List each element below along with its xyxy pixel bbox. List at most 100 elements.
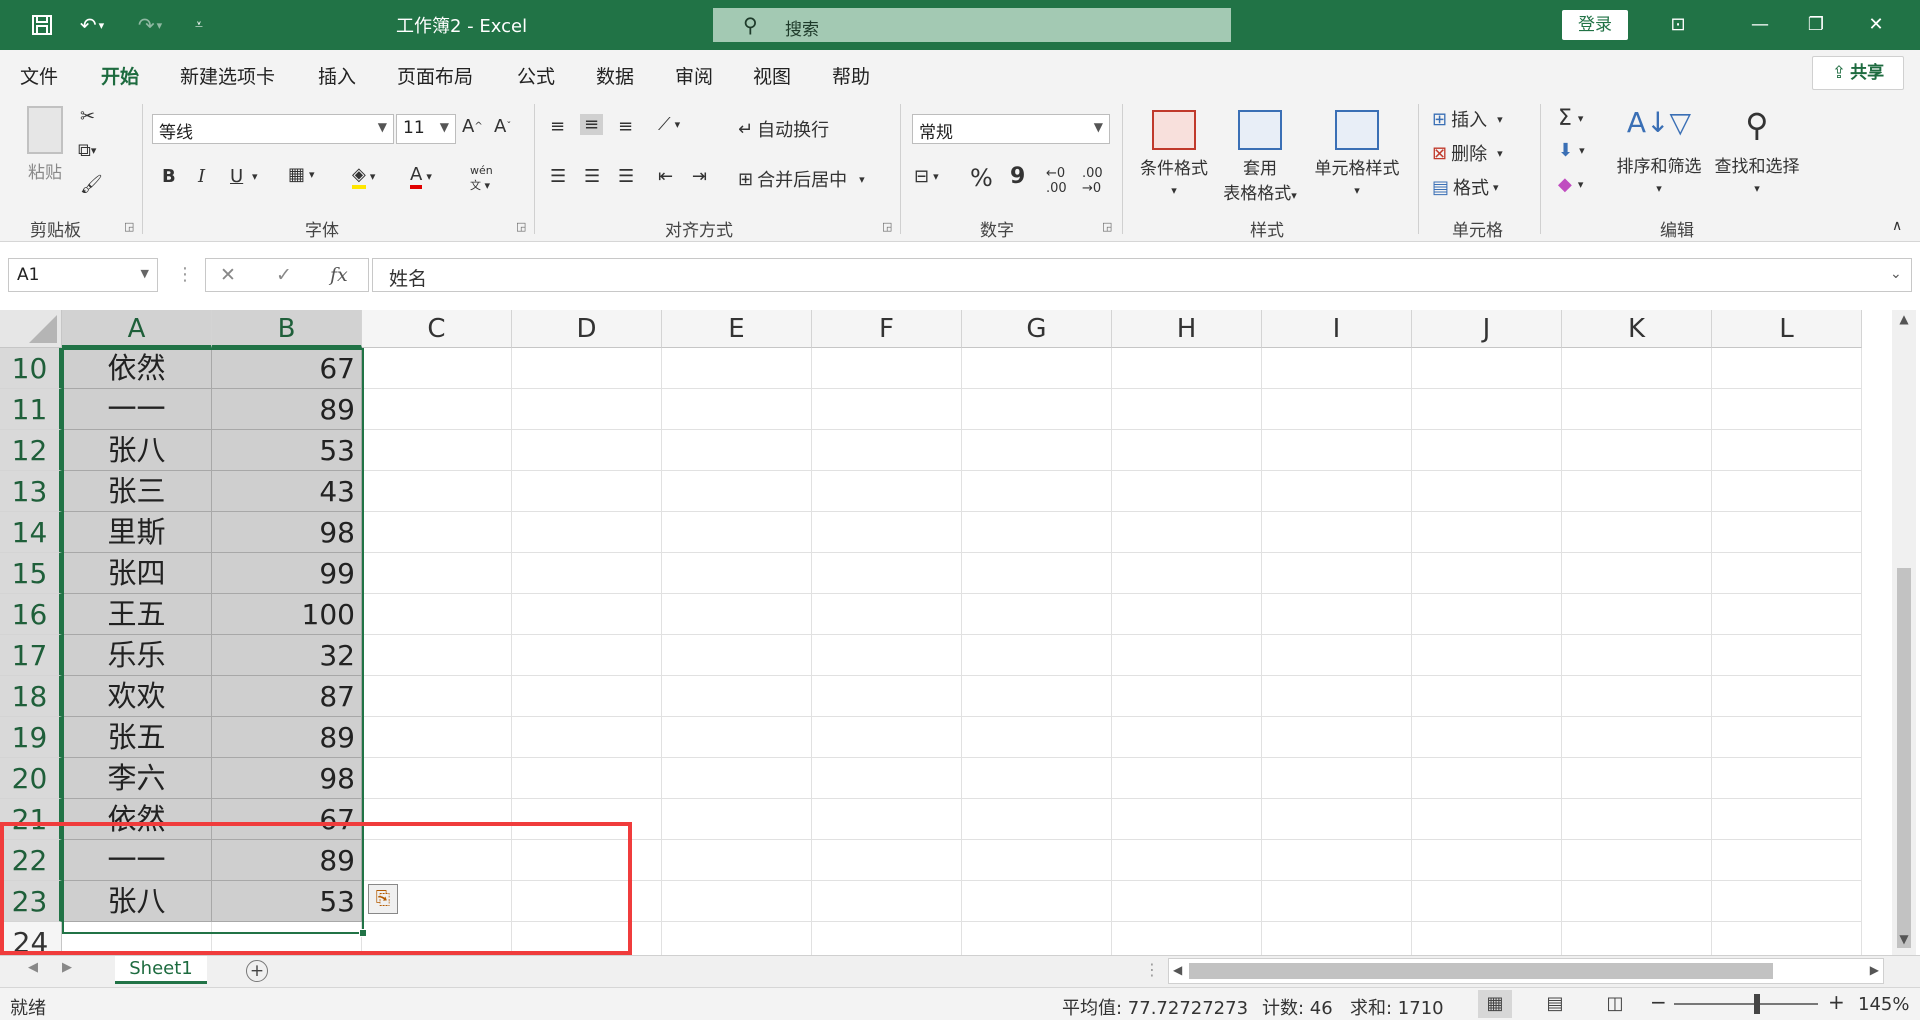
prev-sheet-icon[interactable]: ◀	[28, 960, 38, 975]
format-cells-button[interactable]: ▤ 格式 ▾	[1432, 174, 1499, 200]
cell-score[interactable]: 89	[212, 840, 362, 881]
cell-empty[interactable]	[1262, 881, 1412, 922]
tab-home[interactable]: 开始	[101, 62, 140, 99]
cell-empty[interactable]	[662, 471, 812, 512]
decrease-indent-icon[interactable]: ⇤	[658, 166, 673, 187]
align-top-icon[interactable]: ≡	[550, 116, 565, 137]
fill-icon[interactable]: ⬇ ▾	[1558, 140, 1585, 161]
cell-empty[interactable]	[812, 717, 962, 758]
cell-empty[interactable]	[1562, 471, 1712, 512]
cell-empty[interactable]	[1262, 430, 1412, 471]
cell-empty[interactable]	[1562, 676, 1712, 717]
cell-empty[interactable]	[362, 553, 512, 594]
cell-empty[interactable]	[962, 348, 1112, 389]
cell-empty[interactable]	[962, 799, 1112, 840]
cell-name[interactable]: 张三	[62, 471, 212, 512]
row-header[interactable]: 10	[0, 348, 62, 389]
cell-empty[interactable]	[812, 389, 962, 430]
cell-empty[interactable]	[1262, 348, 1412, 389]
cell-score[interactable]: 89	[212, 717, 362, 758]
cell-empty[interactable]	[512, 881, 662, 922]
cell-empty[interactable]	[1712, 881, 1862, 922]
cell-name[interactable]: 欢欢	[62, 676, 212, 717]
cell-empty[interactable]	[962, 553, 1112, 594]
cell-empty[interactable]	[1562, 635, 1712, 676]
cell-empty[interactable]	[662, 758, 812, 799]
cell-empty[interactable]	[662, 922, 812, 955]
tab-file[interactable]: 文件	[20, 62, 58, 89]
row-header[interactable]: 16	[0, 594, 62, 635]
scroll-left-icon[interactable]: ◀	[1173, 963, 1182, 977]
cell-empty[interactable]	[1562, 348, 1712, 389]
cell-empty[interactable]	[1112, 635, 1262, 676]
cell-empty[interactable]	[1712, 840, 1862, 881]
cell-empty[interactable]	[1712, 594, 1862, 635]
cell-empty[interactable]	[812, 348, 962, 389]
zoom-slider[interactable]	[1674, 1003, 1818, 1005]
cell-empty[interactable]	[1262, 553, 1412, 594]
cell-score[interactable]: 67	[212, 799, 362, 840]
cell-empty[interactable]	[1712, 758, 1862, 799]
scroll-thumb[interactable]	[1189, 963, 1773, 979]
cell-empty[interactable]	[1712, 717, 1862, 758]
cell-empty[interactable]	[362, 922, 512, 955]
search-box[interactable]: ⚲ 搜索	[713, 8, 1231, 42]
cell-name[interactable]: 里斯	[62, 512, 212, 553]
cell-name[interactable]: 乐乐	[62, 635, 212, 676]
number-launcher-icon[interactable]: ◲	[1102, 220, 1112, 233]
cell-empty[interactable]	[1262, 512, 1412, 553]
cell-empty[interactable]	[962, 635, 1112, 676]
cell-empty[interactable]	[962, 717, 1112, 758]
row-header[interactable]: 21	[0, 799, 62, 840]
cell-empty[interactable]	[512, 553, 662, 594]
font-name-select[interactable]: 等线 ▼	[152, 114, 394, 144]
cell-empty[interactable]	[812, 799, 962, 840]
column-header-c[interactable]: C	[362, 310, 512, 348]
cell-empty[interactable]	[1712, 676, 1862, 717]
cell-empty[interactable]	[1112, 430, 1262, 471]
zoom-out-button[interactable]: −	[1650, 990, 1667, 1014]
cell-empty[interactable]	[662, 799, 812, 840]
cell-empty[interactable]	[512, 389, 662, 430]
cell-empty[interactable]	[812, 840, 962, 881]
cell-empty[interactable]	[1562, 881, 1712, 922]
zoom-slider-thumb[interactable]	[1754, 994, 1760, 1014]
align-center-icon[interactable]: ☰	[584, 166, 600, 187]
cell-empty[interactable]	[362, 389, 512, 430]
cell-empty[interactable]	[512, 471, 662, 512]
cell-empty[interactable]	[512, 430, 662, 471]
cell-empty[interactable]	[1712, 922, 1862, 955]
cell-empty[interactable]	[1112, 471, 1262, 512]
cell-empty[interactable]	[512, 717, 662, 758]
row-header[interactable]: 14	[0, 512, 62, 553]
cell-empty[interactable]	[962, 840, 1112, 881]
row-header[interactable]: 20	[0, 758, 62, 799]
column-header-k[interactable]: K	[1562, 310, 1712, 348]
row-header[interactable]: 13	[0, 471, 62, 512]
cell-empty[interactable]	[362, 512, 512, 553]
row-header[interactable]: 17	[0, 635, 62, 676]
tab-view[interactable]: 视图	[753, 62, 791, 89]
font-launcher-icon[interactable]: ◲	[516, 220, 526, 233]
column-header-l[interactable]: L	[1712, 310, 1862, 348]
tab-page-layout[interactable]: 页面布局	[397, 62, 473, 89]
align-bottom-icon[interactable]: ≡	[618, 116, 633, 137]
decrease-font-icon[interactable]: Aˇ	[494, 116, 511, 137]
cell-empty[interactable]	[662, 676, 812, 717]
increase-font-icon[interactable]: A ^	[462, 116, 483, 137]
cell-name[interactable]: 张五	[62, 717, 212, 758]
row-header[interactable]: 12	[0, 430, 62, 471]
cell-empty[interactable]	[1112, 758, 1262, 799]
comma-style-button[interactable]: 9	[1010, 164, 1025, 189]
cell-score[interactable]: 67	[212, 348, 362, 389]
tab-new-tab[interactable]: 新建选项卡	[180, 62, 275, 89]
cell-empty[interactable]	[362, 840, 512, 881]
cell-score[interactable]: 89	[212, 389, 362, 430]
cell-empty[interactable]	[512, 512, 662, 553]
tab-review[interactable]: 审阅	[675, 62, 713, 89]
worksheet-grid[interactable]: ABCDEFGHIJKL 10 依然 67 11 一一 89 12 张八 53 13 张三 43 14 里…	[0, 310, 1874, 955]
merge-center-button[interactable]: ⊞ 合并后居中 ▾	[738, 166, 865, 192]
cell-empty[interactable]	[512, 676, 662, 717]
close-icon[interactable]: ✕	[1856, 10, 1896, 40]
cell-empty[interactable]	[1412, 553, 1562, 594]
